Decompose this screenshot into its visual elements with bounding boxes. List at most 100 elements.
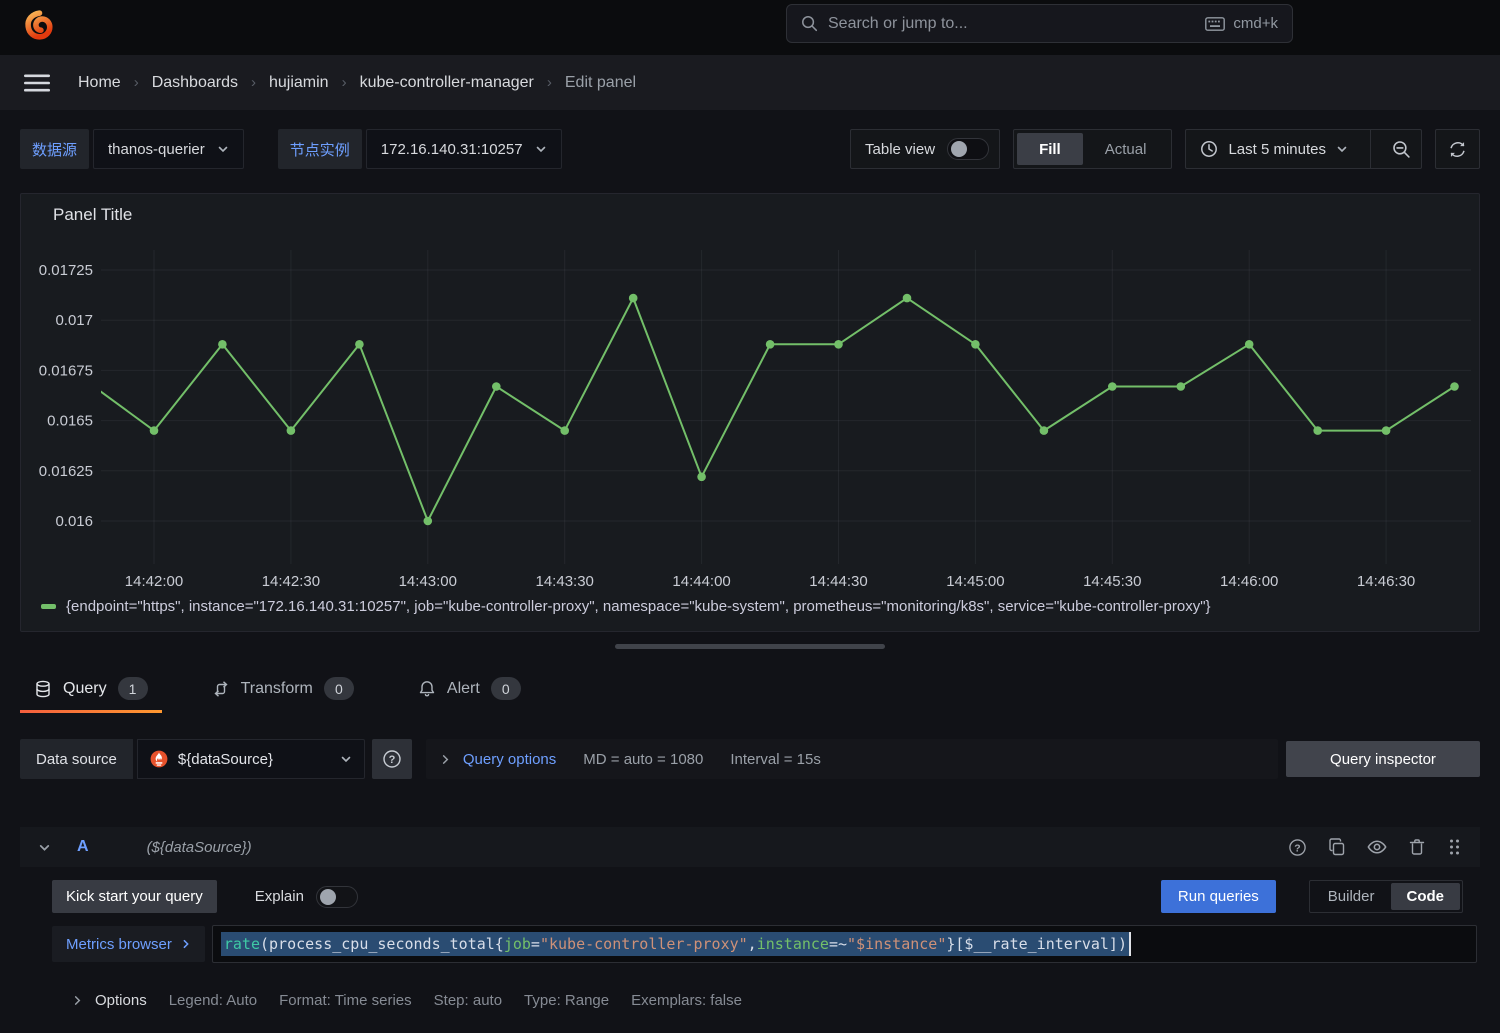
y-axis-tick-label: 0.0165 [47, 413, 93, 430]
chart-data-point[interactable] [1382, 426, 1391, 435]
chart-data-point[interactable] [1177, 382, 1186, 391]
chevron-down-icon[interactable] [38, 841, 51, 854]
chart-data-point[interactable] [1245, 340, 1254, 349]
chart-data-point[interactable] [218, 340, 227, 349]
dashboard-controls: 数据源 thanos-querier 节点实例 172.16.140.31:10… [20, 129, 1480, 169]
chart-data-point[interactable] [1313, 426, 1322, 435]
datasource-value: ${dataSource} [178, 751, 330, 768]
eye-icon[interactable] [1367, 837, 1387, 857]
menu-icon[interactable] [24, 73, 50, 93]
promql-query-input[interactable]: rate(process_cpu_seconds_total{job="kube… [212, 925, 1477, 963]
y-axis-tick-label: 0.017 [55, 312, 93, 329]
refresh-icon [1448, 140, 1467, 159]
builder-option[interactable]: Builder [1312, 883, 1391, 910]
breadcrumb-separator-icon: › [251, 74, 256, 91]
breadcrumb-item: Edit panel [565, 74, 636, 92]
query-inspector-button[interactable]: Query inspector [1286, 741, 1480, 777]
chart-data-point[interactable] [1108, 382, 1117, 391]
legend-swatch [41, 604, 56, 609]
chart-data-point[interactable] [697, 473, 706, 482]
time-range-label[interactable]: Last 5 minutes [1228, 141, 1326, 158]
query-option-summary: Exemplars: false [631, 992, 742, 1009]
chart-data-point[interactable] [492, 382, 501, 391]
tab-transform[interactable]: Transform 0 [198, 664, 368, 713]
clock-icon [1200, 140, 1218, 158]
interval-summary: Interval = 15s [730, 751, 820, 768]
legend-label[interactable]: {endpoint="https", instance="172.16.140.… [66, 598, 1211, 615]
chart-data-point[interactable] [560, 426, 569, 435]
variable-datasource-dropdown[interactable]: thanos-querier [93, 129, 244, 169]
chart-data-point[interactable] [766, 340, 775, 349]
refresh-button[interactable] [1435, 129, 1480, 169]
chart-data-point[interactable] [424, 517, 433, 526]
time-range-control: Last 5 minutes [1185, 129, 1422, 169]
chevron-right-icon [181, 939, 191, 949]
query-option-summary: Legend: Auto [169, 992, 257, 1009]
explain-toggle[interactable] [316, 886, 358, 908]
metrics-browser-button[interactable]: Metrics browser [52, 926, 205, 962]
chart-data-point[interactable] [903, 294, 912, 303]
chart-data-point[interactable] [629, 294, 638, 303]
fill-option[interactable]: Fill [1017, 133, 1083, 165]
x-axis-tick-label: 14:44:00 [672, 573, 730, 590]
promql-token-label: job [504, 935, 531, 953]
duplicate-icon[interactable] [1328, 838, 1346, 856]
x-axis-tick-label: 14:46:00 [1220, 573, 1278, 590]
query-option-summary: Step: auto [434, 992, 502, 1009]
transform-icon [212, 680, 230, 698]
query-options-footer-toggle[interactable]: Options [72, 992, 147, 1009]
run-queries-button[interactable]: Run queries [1161, 880, 1276, 913]
editor-tabs: Query 1 Transform 0 Alert 0 [20, 664, 535, 713]
grafana-logo-icon[interactable] [21, 8, 58, 45]
trash-icon[interactable] [1408, 838, 1426, 856]
actual-option[interactable]: Actual [1083, 133, 1169, 165]
help-icon[interactable]: ? [1288, 838, 1307, 857]
timeseries-chart[interactable]: 0.017250.0170.016750.01650.016250.01614:… [21, 194, 1479, 631]
chart-data-point[interactable] [834, 340, 843, 349]
table-view-control: Table view [850, 129, 1000, 169]
breadcrumb-bar: Home›Dashboards›hujiamin›kube-controller… [0, 55, 1500, 110]
datasource-label: Data source [20, 739, 133, 779]
chart-data-point[interactable] [971, 340, 980, 349]
table-view-toggle[interactable] [947, 138, 989, 160]
chart-data-point[interactable] [150, 426, 159, 435]
chevron-right-icon [72, 995, 83, 1006]
promql-token-plain: =~ [829, 935, 847, 953]
datasource-picker[interactable]: ${dataSource} [137, 739, 365, 779]
query-count-badge: 1 [118, 677, 148, 700]
datasource-help-button[interactable]: ? [372, 739, 412, 779]
chart-data-point[interactable] [287, 426, 296, 435]
variable-instance-dropdown[interactable]: 172.16.140.31:10257 [366, 129, 562, 169]
chart-data-point[interactable] [1040, 426, 1049, 435]
breadcrumb-item[interactable]: kube-controller-manager [360, 74, 534, 92]
code-option[interactable]: Code [1391, 883, 1461, 910]
drag-grip-icon[interactable] [1447, 838, 1462, 856]
x-axis-tick-label: 14:44:30 [809, 573, 867, 590]
promql-token-plain: (process_cpu_seconds_total{ [260, 935, 504, 953]
y-axis-tick-label: 0.01625 [39, 463, 93, 480]
tab-query[interactable]: Query 1 [20, 664, 162, 713]
breadcrumb-item[interactable]: hujiamin [269, 74, 329, 92]
query-options-toggle[interactable]: Query options [440, 751, 556, 768]
chevron-right-icon [440, 754, 451, 765]
chart-data-point[interactable] [1450, 382, 1459, 391]
zoom-out-icon[interactable] [1381, 130, 1421, 168]
chart-series [81, 294, 1459, 526]
tab-alert[interactable]: Alert 0 [404, 664, 535, 713]
builder-code-switch: Builder Code [1309, 880, 1463, 913]
query-row-header[interactable]: A (${dataSource}) ? [20, 827, 1480, 867]
resize-handle[interactable] [615, 644, 885, 649]
promql-token-string: "$instance" [847, 935, 946, 953]
kick-start-query-button[interactable]: Kick start your query [52, 880, 217, 913]
chart-data-point[interactable] [355, 340, 364, 349]
breadcrumb-item[interactable]: Home [78, 74, 121, 92]
y-axis-tick-label: 0.016 [55, 513, 93, 530]
promql-token-plain: }[$__rate_interval]) [946, 935, 1127, 953]
global-search[interactable]: cmd+k [786, 4, 1293, 43]
chevron-down-icon[interactable] [1336, 143, 1348, 155]
text-cursor [1129, 932, 1131, 956]
top-nav: cmd+k [0, 0, 1500, 55]
breadcrumb-item[interactable]: Dashboards [152, 74, 238, 92]
keyboard-icon [1205, 17, 1225, 31]
search-input[interactable] [828, 15, 1195, 33]
